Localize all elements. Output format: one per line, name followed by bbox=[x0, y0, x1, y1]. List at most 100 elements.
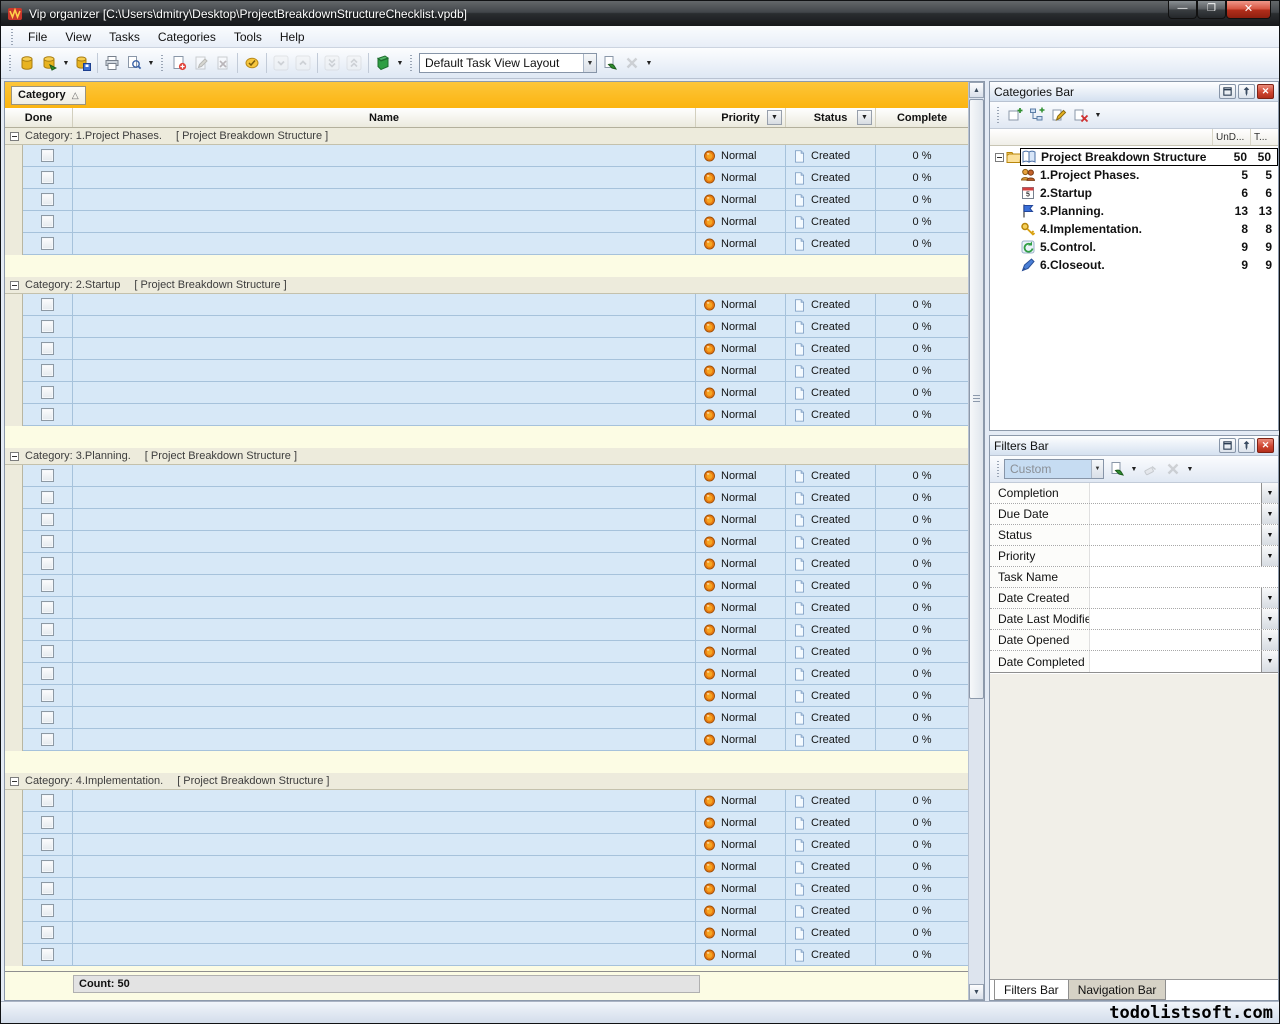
tree-item[interactable]: 6.Closeout.99 bbox=[990, 256, 1278, 274]
task-row[interactable]: NormalCreated0 % bbox=[5, 641, 968, 663]
add-category-button[interactable] bbox=[1004, 104, 1026, 126]
task-row[interactable]: NormalCreated0 % bbox=[5, 465, 968, 487]
task-row[interactable]: NormalCreated0 % bbox=[5, 167, 968, 189]
task-row[interactable]: NormalCreated0 % bbox=[5, 944, 968, 966]
task-row[interactable]: NormalCreated0 % bbox=[5, 707, 968, 729]
group-row[interactable]: Category: 4.Implementation.[ Project Bre… bbox=[5, 773, 968, 790]
task-row[interactable]: NormalCreated0 % bbox=[5, 922, 968, 944]
task-checkbox[interactable] bbox=[41, 926, 54, 939]
task-row[interactable]: NormalCreated0 % bbox=[5, 790, 968, 812]
task-checkbox[interactable] bbox=[41, 645, 54, 658]
toolbar-dropdown-arrow[interactable]: ▼ bbox=[60, 52, 72, 74]
filter-value-field[interactable] bbox=[1090, 609, 1261, 629]
collapse-icon[interactable] bbox=[10, 777, 19, 786]
task-checkbox[interactable] bbox=[41, 408, 54, 421]
priority-filter-dropdown[interactable]: ▼ bbox=[767, 110, 782, 125]
task-checkbox[interactable] bbox=[41, 215, 54, 228]
group-by-category-button[interactable]: Category △ bbox=[11, 86, 86, 105]
task-row[interactable]: NormalCreated0 % bbox=[5, 834, 968, 856]
collapse-icon[interactable] bbox=[10, 132, 19, 141]
restore-button[interactable]: ❐ bbox=[1197, 1, 1226, 19]
task-checkbox[interactable] bbox=[41, 535, 54, 548]
tab-filters-bar[interactable]: Filters Bar bbox=[994, 980, 1069, 1000]
filter-dropdown-button[interactable]: ▼ bbox=[1261, 504, 1278, 524]
panel-pin-icon[interactable] bbox=[1238, 438, 1255, 453]
task-row[interactable]: NormalCreated0 % bbox=[5, 575, 968, 597]
task-row[interactable]: NormalCreated0 % bbox=[5, 729, 968, 751]
task-row[interactable]: NormalCreated0 % bbox=[5, 509, 968, 531]
task-checkbox[interactable] bbox=[41, 298, 54, 311]
toolbar-dropdown-arrow[interactable]: ▼ bbox=[1128, 458, 1140, 480]
delete-category-button[interactable] bbox=[1070, 104, 1092, 126]
new-database-button[interactable] bbox=[16, 52, 38, 74]
task-row[interactable]: NormalCreated0 % bbox=[5, 294, 968, 316]
filter-dropdown-button[interactable]: ▼ bbox=[1261, 546, 1278, 566]
menu-file[interactable]: File bbox=[19, 28, 56, 46]
open-database-button[interactable] bbox=[38, 52, 60, 74]
layout-combo-dropdown[interactable]: ▼ bbox=[583, 54, 596, 72]
task-checkbox[interactable] bbox=[41, 342, 54, 355]
task-checkbox[interactable] bbox=[41, 149, 54, 162]
column-header-status[interactable]: Status ▼ bbox=[786, 108, 876, 127]
task-row[interactable]: NormalCreated0 % bbox=[5, 812, 968, 834]
toolbar-dropdown-arrow[interactable]: ▼ bbox=[145, 52, 157, 74]
status-filter-dropdown[interactable]: ▼ bbox=[857, 110, 872, 125]
task-row[interactable]: NormalCreated0 % bbox=[5, 663, 968, 685]
tree-item[interactable]: 52.Startup66 bbox=[990, 184, 1278, 202]
print-button[interactable] bbox=[101, 52, 123, 74]
filter-preset-combo[interactable]: Custom▼ bbox=[1004, 459, 1104, 479]
menu-view[interactable]: View bbox=[56, 28, 100, 46]
group-row[interactable]: Category: 3.Planning.[ Project Breakdown… bbox=[5, 448, 968, 465]
task-checkbox[interactable] bbox=[41, 623, 54, 636]
apply-filter-button[interactable] bbox=[1106, 458, 1128, 480]
filter-value-field[interactable] bbox=[1090, 567, 1261, 587]
task-checkbox[interactable] bbox=[41, 667, 54, 680]
menu-tasks[interactable]: Tasks bbox=[100, 28, 149, 46]
task-checkbox[interactable] bbox=[41, 904, 54, 917]
panel-close-icon[interactable]: ✕ bbox=[1257, 84, 1274, 99]
task-row[interactable]: NormalCreated0 % bbox=[5, 145, 968, 167]
edit-category-button[interactable] bbox=[1048, 104, 1070, 126]
task-checkbox[interactable] bbox=[41, 237, 54, 250]
filter-dropdown-button[interactable]: ▼ bbox=[1261, 609, 1278, 629]
task-checkbox[interactable] bbox=[41, 579, 54, 592]
filter-dropdown-button[interactable]: ▼ bbox=[1261, 525, 1278, 545]
tree-item[interactable]: 3.Planning.1313 bbox=[990, 202, 1278, 220]
task-row[interactable]: NormalCreated0 % bbox=[5, 900, 968, 922]
collapse-icon[interactable] bbox=[10, 281, 19, 290]
task-checkbox[interactable] bbox=[41, 193, 54, 206]
column-header-name[interactable]: Name bbox=[73, 108, 696, 127]
toolbar-dropdown-arrow[interactable]: ▼ bbox=[1184, 458, 1196, 480]
task-row[interactable]: NormalCreated0 % bbox=[5, 382, 968, 404]
task-checkbox[interactable] bbox=[41, 860, 54, 873]
minimize-button[interactable]: — bbox=[1168, 1, 1197, 19]
task-row[interactable]: NormalCreated0 % bbox=[5, 211, 968, 233]
task-checkbox[interactable] bbox=[41, 386, 54, 399]
layout-button[interactable] bbox=[372, 52, 394, 74]
task-row[interactable]: NormalCreated0 % bbox=[5, 685, 968, 707]
tree-selected-item[interactable]: Project Breakdown Structure5050 bbox=[1020, 148, 1278, 166]
scroll-down-button[interactable]: ▼ bbox=[969, 984, 984, 1000]
filter-value-field[interactable] bbox=[1090, 630, 1261, 650]
task-checkbox[interactable] bbox=[41, 711, 54, 724]
task-row[interactable]: NormalCreated0 % bbox=[5, 878, 968, 900]
tree-item[interactable]: 4.Implementation.88 bbox=[990, 220, 1278, 238]
task-checkbox[interactable] bbox=[41, 469, 54, 482]
new-task-button[interactable] bbox=[168, 52, 190, 74]
filter-value-field[interactable] bbox=[1090, 651, 1261, 672]
collapse-icon[interactable] bbox=[10, 452, 19, 461]
task-checkbox[interactable] bbox=[41, 171, 54, 184]
tree-column-undone[interactable]: UnD... bbox=[1212, 129, 1250, 145]
task-row[interactable]: NormalCreated0 % bbox=[5, 404, 968, 426]
close-button[interactable]: ✕ bbox=[1226, 1, 1271, 19]
collapse-icon[interactable] bbox=[995, 153, 1004, 162]
task-checkbox[interactable] bbox=[41, 948, 54, 961]
task-checkbox[interactable] bbox=[41, 816, 54, 829]
filter-value-field[interactable] bbox=[1090, 504, 1261, 524]
filter-preset-dropdown[interactable]: ▼ bbox=[1091, 460, 1103, 478]
menu-tools[interactable]: Tools bbox=[225, 28, 271, 46]
toolbar-dropdown-arrow[interactable]: ▼ bbox=[394, 52, 406, 74]
task-row[interactable]: NormalCreated0 % bbox=[5, 487, 968, 509]
tree-item[interactable]: 1.Project Phases.55 bbox=[990, 166, 1278, 184]
filter-value-field[interactable] bbox=[1090, 525, 1261, 545]
